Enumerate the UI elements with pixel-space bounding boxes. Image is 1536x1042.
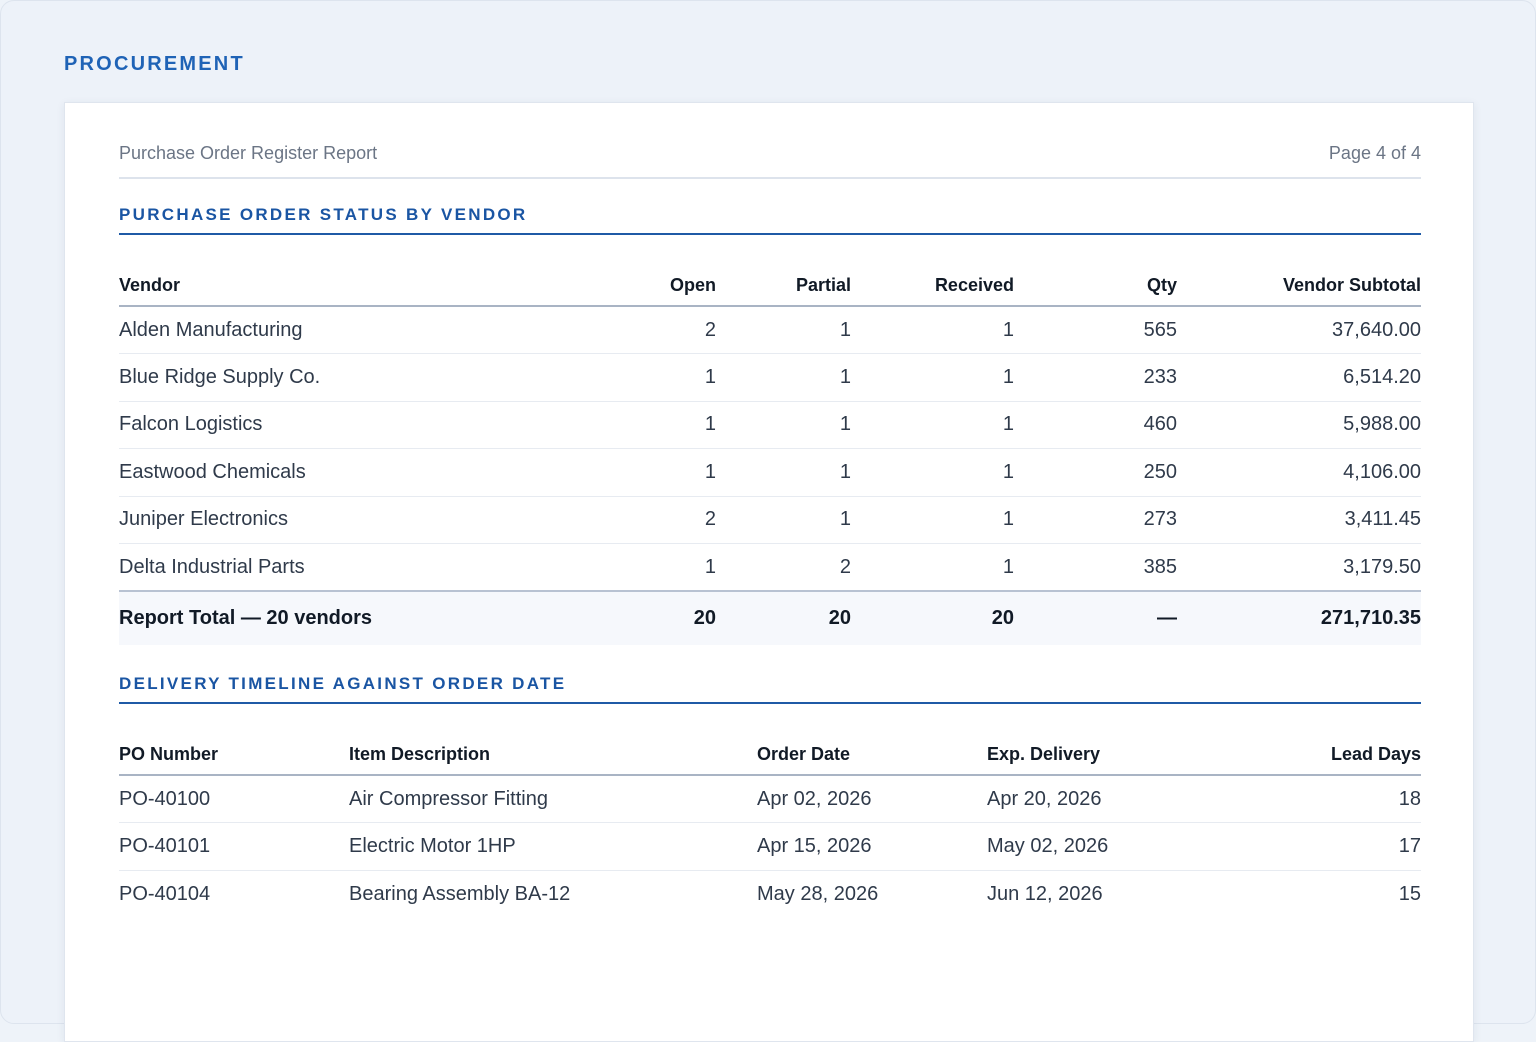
order-date: Apr 15, 2026 bbox=[757, 822, 987, 871]
total-qty: — bbox=[1014, 590, 1177, 645]
column-header: PO Number bbox=[119, 735, 349, 776]
received-count: 1 bbox=[851, 496, 1014, 544]
delivery-timeline-table: PO Number Item Description Order Date Ex… bbox=[119, 735, 1421, 918]
order-date: Apr 02, 2026 bbox=[757, 775, 987, 823]
partial-count: 1 bbox=[716, 306, 851, 354]
table-row: PO-40104 Bearing Assembly BA-12 May 28, … bbox=[119, 870, 1421, 918]
vendor-name: Blue Ridge Supply Co. bbox=[119, 353, 569, 402]
table-row: Falcon Logistics 1 1 1 460 5,988.00 bbox=[119, 401, 1421, 449]
table-row: Blue Ridge Supply Co. 1 1 1 233 6,514.20 bbox=[119, 353, 1421, 402]
total-received: 20 bbox=[851, 590, 1014, 645]
page-indicator: Page 4 of 4 bbox=[1328, 143, 1421, 163]
report-header: Purchase Order Register Report Page 4 of… bbox=[119, 143, 1421, 179]
report-total-row: Report Total — 20 vendors 20 20 20 — 271… bbox=[119, 590, 1421, 645]
qty: 250 bbox=[1014, 448, 1177, 497]
table-row: Juniper Electronics 2 1 1 273 3,411.45 bbox=[119, 496, 1421, 544]
column-header: Exp. Delivery bbox=[987, 735, 1237, 776]
vendor-status-table: Vendor Open Partial Received Qty Vendor … bbox=[119, 266, 1421, 645]
vendor-subtotal: 5,988.00 bbox=[1177, 401, 1421, 449]
report-title: Purchase Order Register Report bbox=[119, 143, 378, 163]
item-description: Air Compressor Fitting bbox=[349, 775, 757, 823]
open-count: 1 bbox=[569, 401, 716, 449]
column-header: Qty bbox=[1014, 266, 1177, 307]
total-label: Report Total — 20 vendors bbox=[119, 590, 569, 645]
vendor-name: Falcon Logistics bbox=[119, 401, 569, 449]
open-count: 2 bbox=[569, 496, 716, 544]
column-header: Order Date bbox=[757, 735, 987, 776]
table-row: Eastwood Chemicals 1 1 1 250 4,106.00 bbox=[119, 448, 1421, 497]
total-open: 20 bbox=[569, 590, 716, 645]
column-header: Received bbox=[851, 266, 1014, 307]
qty: 233 bbox=[1014, 353, 1177, 402]
received-count: 1 bbox=[851, 543, 1014, 592]
total-subtotal: 271,710.35 bbox=[1177, 590, 1421, 645]
table-row: Alden Manufacturing 2 1 1 565 37,640.00 bbox=[119, 306, 1421, 354]
open-count: 1 bbox=[569, 353, 716, 402]
report-page: Purchase Order Register Report Page 4 of… bbox=[64, 102, 1474, 1042]
qty: 460 bbox=[1014, 401, 1177, 449]
item-description: Bearing Assembly BA-12 bbox=[349, 882, 571, 905]
received-count: 1 bbox=[851, 448, 1014, 497]
table-header-row: PO Number Item Description Order Date Ex… bbox=[119, 735, 1421, 776]
column-header: Item Description bbox=[349, 735, 757, 776]
partial-count: 1 bbox=[716, 353, 851, 402]
vendor-subtotal: 6,514.20 bbox=[1177, 353, 1421, 402]
po-number: PO-40101 bbox=[119, 822, 349, 871]
vendor-subtotal: 4,106.00 bbox=[1177, 448, 1421, 497]
column-header: Partial bbox=[716, 266, 851, 307]
lead-days: 18 bbox=[1237, 775, 1421, 823]
partial-count: 1 bbox=[716, 401, 851, 449]
open-count: 1 bbox=[569, 543, 716, 592]
partial-count: 1 bbox=[716, 496, 851, 544]
expected-delivery: May 02, 2026 bbox=[987, 822, 1237, 871]
vendor-subtotal: 3,411.45 bbox=[1177, 496, 1421, 544]
po-number: PO-40100 bbox=[119, 775, 349, 823]
partial-count: 2 bbox=[716, 543, 851, 592]
received-count: 1 bbox=[851, 401, 1014, 449]
table-row: PO-40100 Air Compressor Fitting Apr 02, … bbox=[119, 775, 1421, 823]
item-description: Electric Motor 1HP bbox=[349, 822, 757, 871]
lead-days: 15 bbox=[1398, 882, 1421, 905]
received-count: 1 bbox=[851, 306, 1014, 354]
vendor-section-title: PURCHASE ORDER STATUS BY VENDOR bbox=[119, 205, 1421, 235]
open-count: 1 bbox=[569, 448, 716, 497]
app-window: PROCUREMENT Purchase Order Register Repo… bbox=[0, 0, 1536, 1042]
vendor-subtotal: 37,640.00 bbox=[1177, 306, 1421, 354]
column-header: Vendor Subtotal bbox=[1177, 266, 1421, 307]
vendor-name: Delta Industrial Parts bbox=[119, 543, 569, 592]
total-partial: 20 bbox=[716, 590, 851, 645]
vendor-name: Alden Manufacturing bbox=[119, 306, 569, 354]
vendor-name: Juniper Electronics bbox=[119, 496, 569, 544]
delivery-section-title: DELIVERY TIMELINE AGAINST ORDER DATE bbox=[119, 674, 1421, 704]
column-header: Vendor bbox=[119, 266, 569, 307]
qty: 385 bbox=[1014, 543, 1177, 592]
table-row: Delta Industrial Parts 1 2 1 385 3,179.5… bbox=[119, 543, 1421, 592]
received-count: 1 bbox=[851, 353, 1014, 402]
vendor-name: Eastwood Chemicals bbox=[119, 448, 569, 497]
order-date: May 28, 2026 bbox=[757, 882, 879, 905]
lead-days: 17 bbox=[1237, 822, 1421, 871]
expected-delivery: Apr 20, 2026 bbox=[987, 775, 1237, 823]
table-row: PO-40101 Electric Motor 1HP Apr 15, 2026… bbox=[119, 822, 1421, 871]
qty: 565 bbox=[1014, 306, 1177, 354]
table-header-row: Vendor Open Partial Received Qty Vendor … bbox=[119, 266, 1421, 307]
app-title: PROCUREMENT bbox=[64, 53, 245, 75]
expected-delivery: Jun 12, 2026 bbox=[987, 882, 1103, 905]
open-count: 2 bbox=[569, 306, 716, 354]
po-number: PO-40104 bbox=[119, 882, 211, 905]
column-header: Lead Days bbox=[1237, 735, 1421, 776]
qty: 273 bbox=[1014, 496, 1177, 544]
vendor-subtotal: 3,179.50 bbox=[1177, 543, 1421, 592]
column-header: Open bbox=[569, 266, 716, 307]
partial-count: 1 bbox=[716, 448, 851, 497]
